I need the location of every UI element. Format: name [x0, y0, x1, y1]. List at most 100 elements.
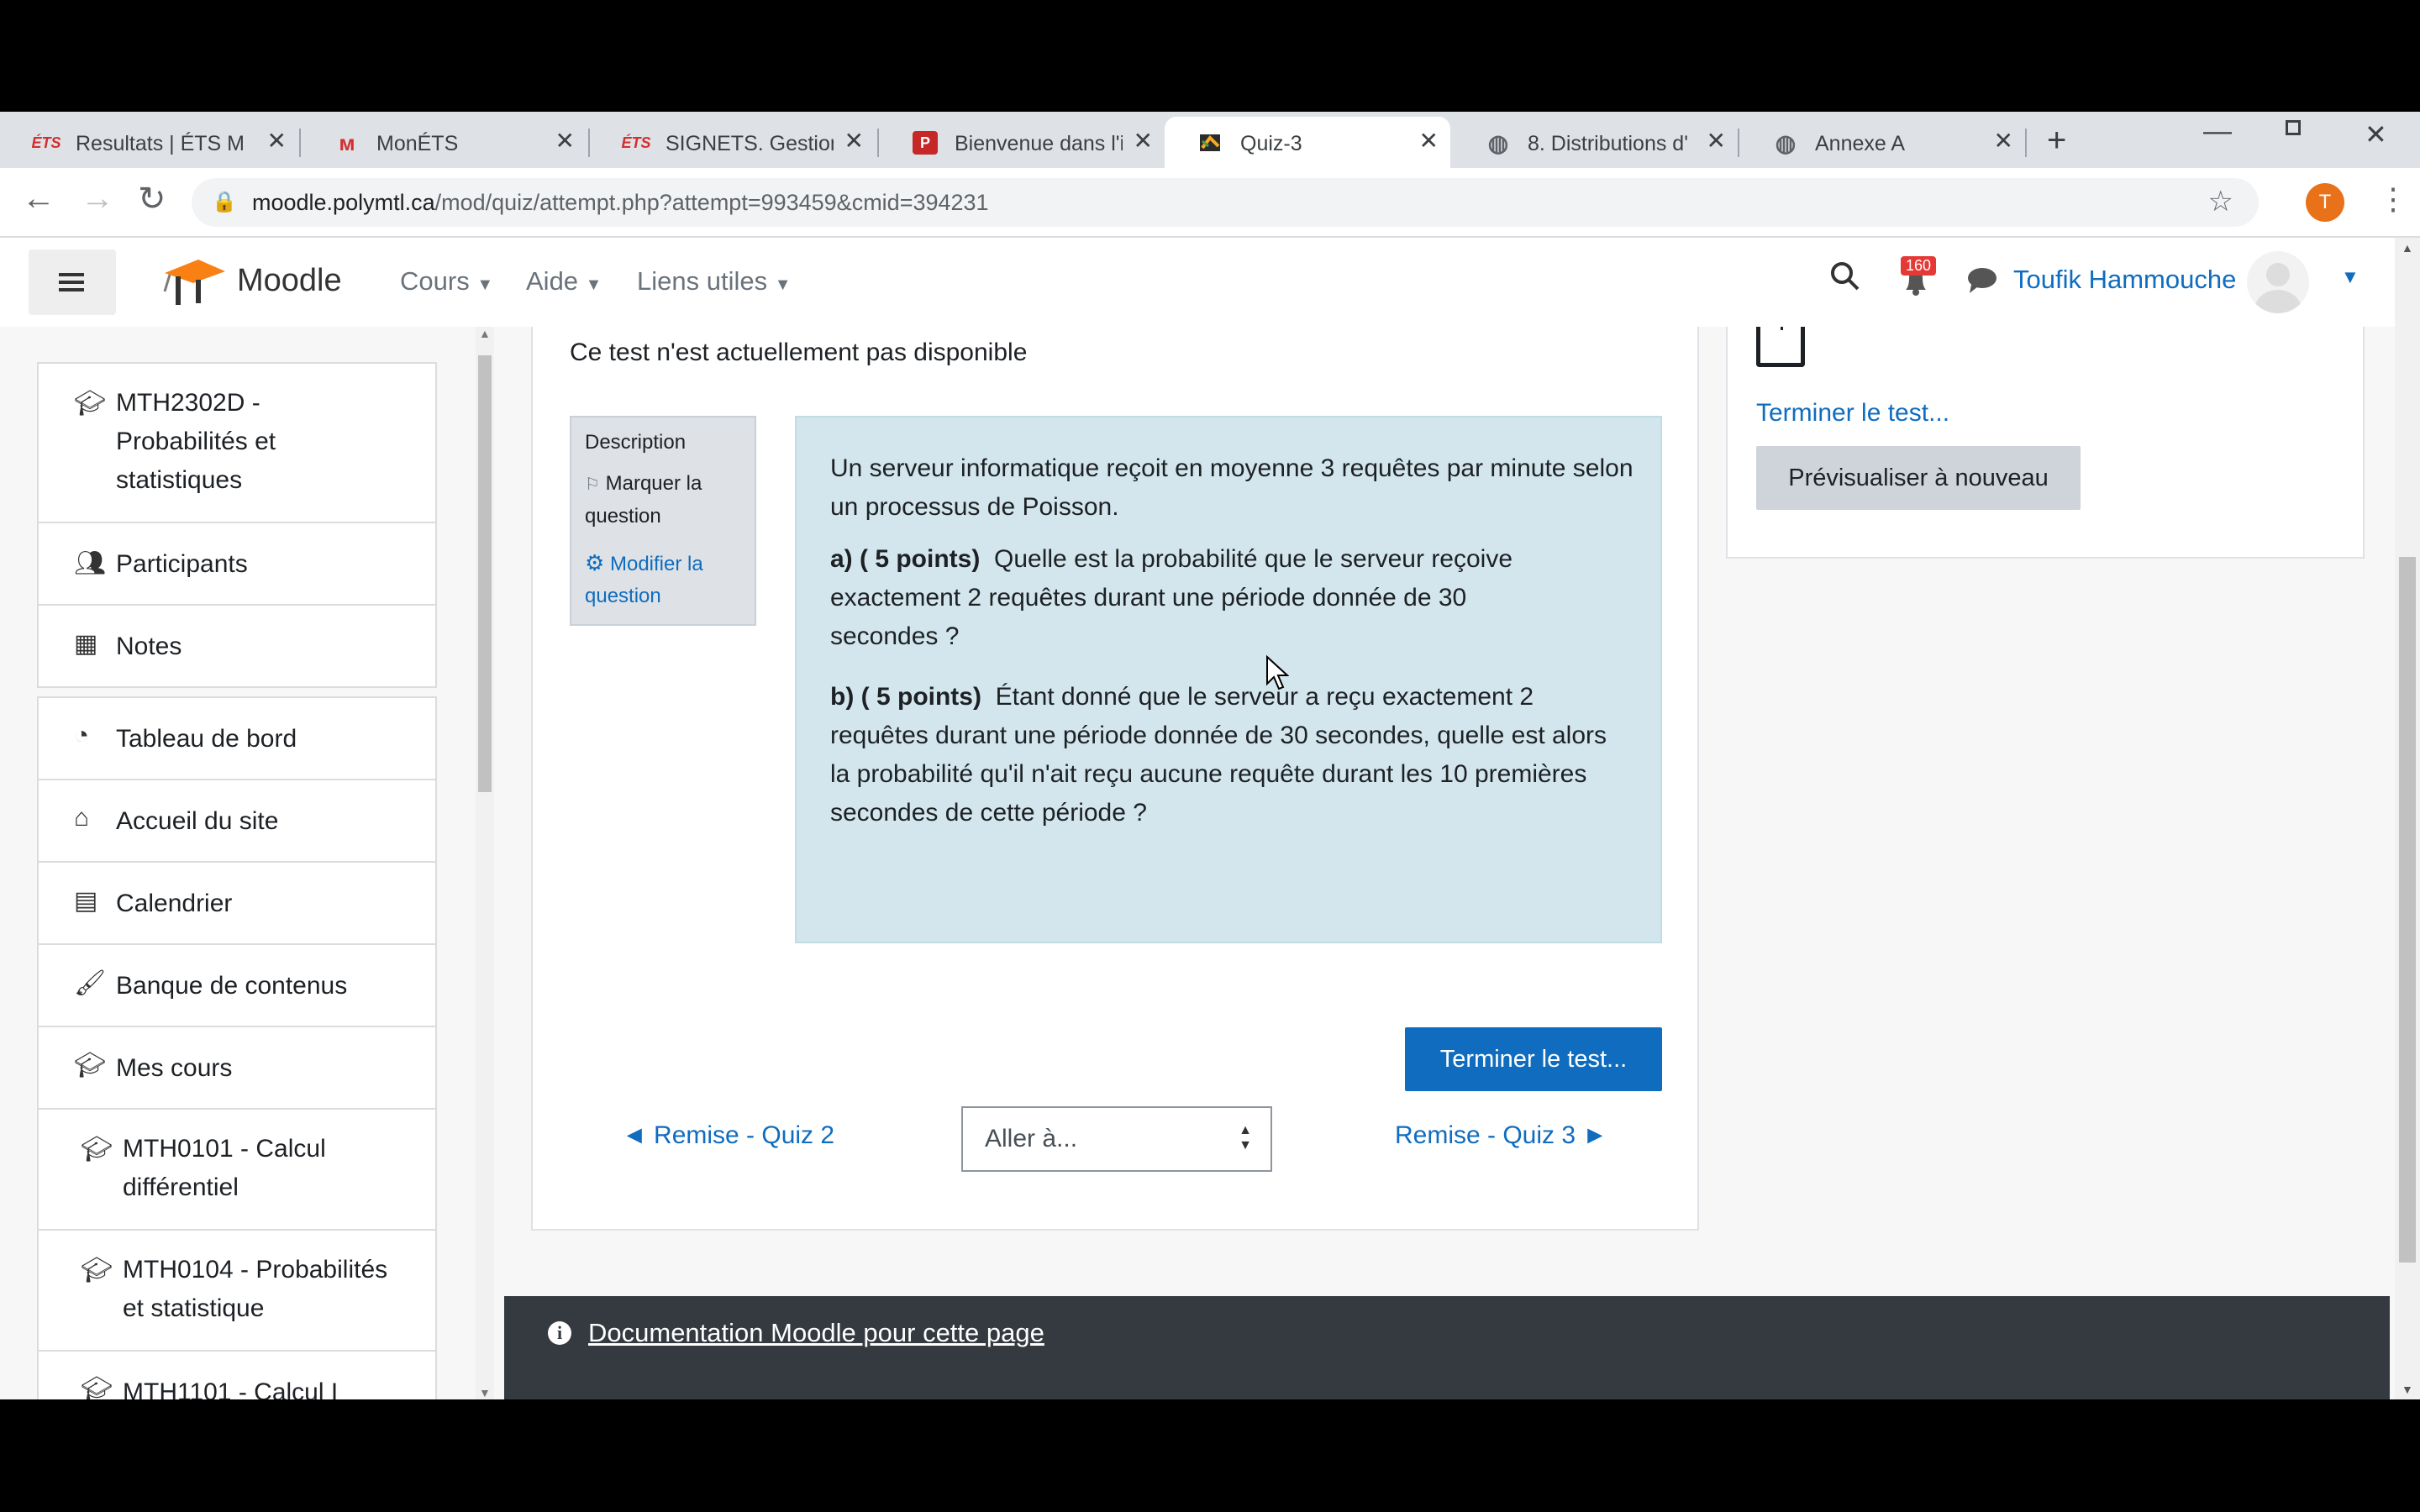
browser-tab-6[interactable]: ◍ 8. Distributions d' ✕: [1452, 117, 1738, 168]
search-icon[interactable]: [1830, 261, 1860, 296]
url-text: moodle.polymtl.ca/mod/quiz/attempt.php?a…: [252, 190, 989, 216]
browser-menu-icon[interactable]: ⋮: [2378, 181, 2408, 217]
nav-drawer: 🎓︎ MTH2302D - Probabilités et statistiqu…: [0, 327, 504, 1399]
sidebar-item-participants[interactable]: 👥︎ Participants: [37, 522, 437, 606]
new-tab-button[interactable]: +: [2047, 122, 2066, 160]
sidebar-item-accueil[interactable]: ⌂ Accueil du site: [37, 779, 437, 863]
dashboard-icon: ◔: [74, 722, 90, 749]
page-footer: i Documentation Moodle pour cette page: [504, 1296, 2390, 1399]
graduation-cap-icon: 🎓︎: [74, 390, 107, 417]
p-logo-icon: P: [913, 131, 938, 155]
ets-logo-icon: ÉTS: [31, 134, 61, 151]
restore-window-button[interactable]: [2286, 120, 2301, 135]
close-tab-icon[interactable]: ✕: [267, 127, 287, 155]
close-tab-icon[interactable]: ✕: [844, 127, 864, 155]
browser-tab-1[interactable]: ÉTS Resultats | ÉTS Mo ✕: [0, 117, 298, 168]
question-info-title: Description: [585, 431, 687, 454]
sidebar-item-label: MTH0101 - Calcul différentiel: [123, 1135, 326, 1201]
flag-icon: ⚐: [585, 475, 600, 494]
sidebar-item-mth1101[interactable]: 🎓︎ MTH1101 - Calcul I: [37, 1350, 437, 1399]
sidebar-item-tableau-de-bord[interactable]: ◔ Tableau de bord: [37, 696, 437, 780]
graduation-cap-icon: 🎓︎: [81, 1376, 113, 1399]
sidebar-item-label: Banque de contenus: [116, 972, 348, 1000]
finish-attempt-link[interactable]: Terminer le test...: [1756, 399, 1949, 428]
address-bar[interactable]: 🔒 moodle.polymtl.ca/mod/quiz/attempt.php…: [192, 178, 2259, 227]
part-a-points: a) ( 5 points): [830, 545, 981, 573]
notification-count-badge: 160: [1901, 256, 1937, 276]
close-tab-icon[interactable]: ✕: [555, 127, 575, 155]
profile-avatar[interactable]: T: [2306, 183, 2344, 222]
user-menu-caret-icon[interactable]: ▼: [2341, 266, 2360, 288]
user-avatar[interactable]: [2247, 251, 2309, 313]
sidebar-item-label: Notes: [116, 633, 182, 660]
messages-icon[interactable]: [1966, 266, 1998, 299]
moodle-logo-icon: [1198, 131, 1223, 155]
browser-tab-4[interactable]: P Bienvenue dans l'i ✕: [879, 117, 1165, 168]
browser-tab-3[interactable]: ÉTS SIGNETS. Gestion ✕: [590, 117, 876, 168]
hamburger-menu-button[interactable]: [29, 249, 116, 315]
reload-icon[interactable]: ↻: [138, 180, 166, 218]
scroll-up-arrow-icon[interactable]: ▲: [2402, 241, 2413, 255]
minimize-window-button[interactable]: —: [2203, 115, 2232, 148]
previous-activity-link[interactable]: ◄ Remise - Quiz 2: [622, 1121, 834, 1150]
page-scrollbar-thumb[interactable]: [2399, 557, 2416, 1263]
sidebar-item-label: Accueil du site: [116, 807, 279, 835]
sidebar-item-label: Tableau de bord: [116, 725, 297, 753]
sidebar-item-notes[interactable]: ▦ Notes: [37, 604, 437, 688]
back-arrow-icon[interactable]: ←: [22, 180, 55, 218]
bookmark-star-icon[interactable]: ☆: [2208, 185, 2233, 218]
moodle-navbar: Moodle Cours ▼ Aide ▼ Liens utiles ▼ 160…: [0, 238, 2395, 328]
close-tab-icon[interactable]: ✕: [1707, 127, 1726, 155]
edit-question-link[interactable]: ⚙ Modifier la question: [585, 547, 703, 612]
scroll-down-arrow-icon[interactable]: ▼: [479, 1386, 491, 1399]
sidebar-item-calendrier[interactable]: ▤ Calendrier: [37, 861, 437, 945]
caret-down-icon: ▼: [774, 276, 792, 294]
sidebar-item-label: MTH1101 - Calcul I: [123, 1378, 339, 1399]
quiz-unavailable-notice: Ce test n'est actuellement pas disponibl…: [570, 339, 1028, 366]
question-info-box: Description ⚐ Marquer la question ⚙ Modi…: [570, 416, 756, 626]
globe-icon: ◍: [1487, 129, 1509, 156]
sidebar-item-mth0104[interactable]: 🎓︎ MTH0104 - Probabilités et statistique: [37, 1229, 437, 1352]
sidebar-item-label: MTH0104 - Probabilités et statistique: [123, 1256, 388, 1322]
menu-cours[interactable]: Cours ▼: [400, 266, 493, 297]
sidebar-item-mth2302d[interactable]: 🎓︎ MTH2302D - Probabilités et statistiqu…: [37, 362, 437, 523]
menu-liens-utiles[interactable]: Liens utiles ▼: [637, 266, 792, 297]
menu-aide[interactable]: Aide ▼: [526, 266, 602, 297]
close-tab-icon[interactable]: ✕: [1419, 127, 1439, 155]
menu-label: Liens utiles: [637, 266, 768, 296]
forward-arrow-icon[interactable]: →: [81, 180, 114, 218]
sidebar-scrollbar-thumb[interactable]: [478, 355, 492, 792]
question-nav-button-1[interactable]: [1756, 327, 1805, 367]
sidebar-item-mth0101[interactable]: 🎓︎ MTH0101 - Calcul différentiel: [37, 1108, 437, 1231]
sidebar-scrollbar[interactable]: ▲ ▼: [476, 327, 494, 1399]
sidebar-item-mes-cours[interactable]: 🎓︎ Mes cours: [37, 1026, 437, 1110]
browser-tab-2[interactable]: ᴍ MonÉTS ✕: [301, 117, 587, 168]
tab-title: MonÉTS: [376, 132, 459, 155]
scroll-up-arrow-icon[interactable]: ▲: [479, 327, 491, 340]
tab-title: SIGNETS. Gestion: [666, 132, 834, 155]
page-scrollbar[interactable]: ▲ ▼: [2395, 238, 2420, 1399]
browser-toolbar: ← → ↻ 🔒 moodle.polymtl.ca/mod/quiz/attem…: [0, 168, 2420, 238]
finish-attempt-button[interactable]: Terminer le test...: [1405, 1027, 1662, 1091]
browser-tab-7[interactable]: ◍ Annexe A ✕: [1739, 117, 2025, 168]
ets-logo-icon: ÉTS: [621, 134, 651, 151]
jump-to-select[interactable]: Aller à... ▲ ▼: [961, 1106, 1272, 1172]
flag-question-link[interactable]: ⚐ Marquer la question: [585, 468, 702, 533]
scroll-down-arrow-icon[interactable]: ▼: [2402, 1383, 2413, 1396]
sidebar-item-label: Participants: [116, 550, 248, 578]
moodle-logo-icon[interactable]: [161, 255, 229, 312]
graduation-cap-icon: 🎓︎: [81, 1257, 113, 1284]
moodle-brand[interactable]: Moodle: [237, 263, 342, 299]
caret-down-icon: ▼: [585, 276, 602, 294]
paintbrush-icon: 🖌︎: [74, 969, 107, 997]
sidebar-item-banque-contenus[interactable]: 🖌︎ Banque de contenus: [37, 943, 437, 1027]
close-tab-icon[interactable]: ✕: [1994, 127, 2013, 155]
moodle-docs-link[interactable]: Documentation Moodle pour cette page: [588, 1318, 1044, 1348]
close-window-button[interactable]: ✕: [2365, 118, 2387, 150]
preview-again-button[interactable]: Prévisualiser à nouveau: [1756, 446, 2081, 510]
next-activity-link[interactable]: Remise - Quiz 3 ►: [1395, 1121, 1607, 1150]
page-content: 🎓︎ MTH2302D - Probabilités et statistiqu…: [0, 327, 2395, 1399]
close-tab-icon[interactable]: ✕: [1134, 127, 1153, 155]
user-menu-name[interactable]: Toufik Hammouche: [2013, 265, 2236, 295]
browser-tab-5-active[interactable]: Quiz-3 ✕: [1165, 117, 1450, 168]
